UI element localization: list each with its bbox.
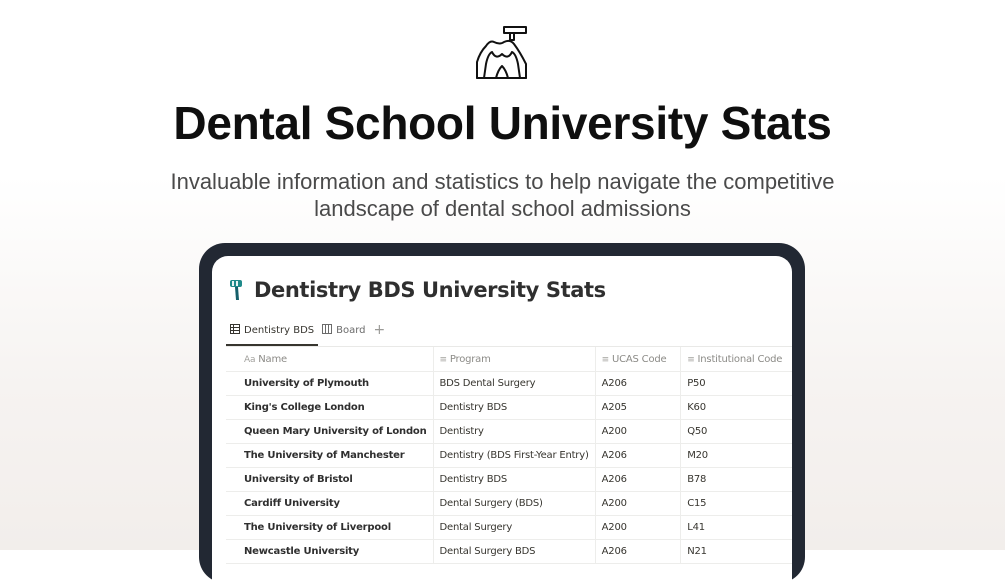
table-row[interactable]: The University of Manchester Dentistry (… [226, 443, 792, 468]
tab-label: Dentistry BDS [244, 324, 315, 336]
text-type-icon: Aa [244, 354, 256, 365]
cell-program[interactable]: Dentistry (BDS First-Year Entry) [433, 443, 596, 468]
cell-ucas-code[interactable]: A206 [595, 467, 682, 492]
table-row[interactable]: Cardiff University Dental Surgery (BDS) … [226, 491, 792, 516]
cell-program[interactable]: Dentistry BDS [433, 395, 596, 420]
cell-institutional-code[interactable]: N21 [680, 539, 792, 564]
cell-name[interactable]: Cardiff University [226, 491, 434, 516]
column-header-ucas-code[interactable]: ≡ UCAS Code [595, 347, 682, 372]
cell-program[interactable]: Dental Surgery (BDS) [433, 491, 596, 516]
cell-program[interactable]: Dentistry [433, 419, 596, 444]
cell-institutional-code[interactable]: K60 [680, 395, 792, 420]
cell-program[interactable]: Dental Surgery BDS [433, 539, 596, 564]
cell-ucas-code[interactable]: A206 [595, 371, 682, 396]
dental-tooth-drill-icon [476, 26, 527, 79]
column-header-name[interactable]: Aa Name [226, 347, 434, 372]
column-header-institutional-code[interactable]: ≡ Institutional Code [680, 347, 792, 372]
view-tabs: Dentistry BDS Board + [226, 318, 792, 346]
cell-name[interactable]: King's College London [226, 395, 434, 420]
table-row[interactable]: University of Bristol Dentistry BDS A206… [226, 467, 792, 492]
notion-page-screen: Dentistry BDS University Stats Dentistry… [212, 256, 792, 583]
cell-name[interactable]: Newcastle University [226, 539, 434, 564]
cell-ucas-code[interactable]: A206 [595, 443, 682, 468]
table-row[interactable]: University of Plymouth BDS Dental Surger… [226, 371, 792, 396]
cell-ucas-code[interactable]: A205 [595, 395, 682, 420]
table-header-row: Aa Name ≡ Program ≡ UCAS Code ≡ Institutiona… [226, 347, 792, 372]
tablet-device-frame: Dentistry BDS University Stats Dentistry… [199, 243, 805, 583]
cell-name[interactable]: The University of Liverpool [226, 515, 434, 540]
cell-program[interactable]: Dentistry BDS [433, 467, 596, 492]
toothbrush-icon [230, 280, 242, 300]
board-icon [322, 323, 333, 337]
cell-ucas-code[interactable]: A200 [595, 491, 682, 516]
table-icon [230, 323, 240, 337]
table-row[interactable]: The University of Liverpool Dental Surge… [226, 515, 792, 540]
cell-institutional-code[interactable]: B78 [680, 467, 792, 492]
cell-name[interactable]: Queen Mary University of London [226, 419, 434, 444]
page-header: Dentistry BDS University Stats [228, 278, 606, 302]
cell-name[interactable]: The University of Manchester [226, 443, 434, 468]
university-stats-table: Aa Name ≡ Program ≡ UCAS Code ≡ Institutiona… [226, 347, 792, 564]
table-row[interactable]: King's College London Dentistry BDS A205… [226, 395, 792, 420]
cell-name[interactable]: University of Bristol [226, 467, 434, 492]
cell-program[interactable]: Dental Surgery [433, 515, 596, 540]
tab-dentistry-bds[interactable]: Dentistry BDS [226, 319, 319, 346]
cell-institutional-code[interactable]: L41 [680, 515, 792, 540]
cell-name[interactable]: University of Plymouth [226, 371, 434, 396]
tab-board[interactable]: Board [318, 319, 369, 341]
cell-institutional-code[interactable]: M20 [680, 443, 792, 468]
cell-ucas-code[interactable]: A200 [595, 419, 682, 444]
cell-institutional-code[interactable]: P50 [680, 371, 792, 396]
page-hero-subtitle: Invaluable information and statistics to… [170, 169, 835, 221]
cell-program[interactable]: BDS Dental Surgery [433, 371, 596, 396]
lines-icon: ≡ [439, 354, 448, 365]
database-title: Dentistry BDS University Stats [254, 278, 606, 302]
page-hero-title: Dental School University Stats [173, 97, 832, 149]
cell-institutional-code[interactable]: Q50 [680, 419, 792, 444]
table-row[interactable]: Queen Mary University of London Dentistr… [226, 419, 792, 444]
cell-institutional-code[interactable]: C15 [680, 491, 792, 516]
lines-icon: ≡ [687, 354, 695, 365]
cell-ucas-code[interactable]: A206 [595, 539, 682, 564]
add-view-button[interactable]: + [374, 322, 386, 338]
table-row[interactable]: Newcastle University Dental Surgery BDS … [226, 539, 792, 564]
lines-icon: ≡ [601, 354, 610, 365]
cell-ucas-code[interactable]: A200 [595, 515, 682, 540]
tab-label: Board [336, 324, 366, 336]
column-header-program[interactable]: ≡ Program [433, 347, 596, 372]
